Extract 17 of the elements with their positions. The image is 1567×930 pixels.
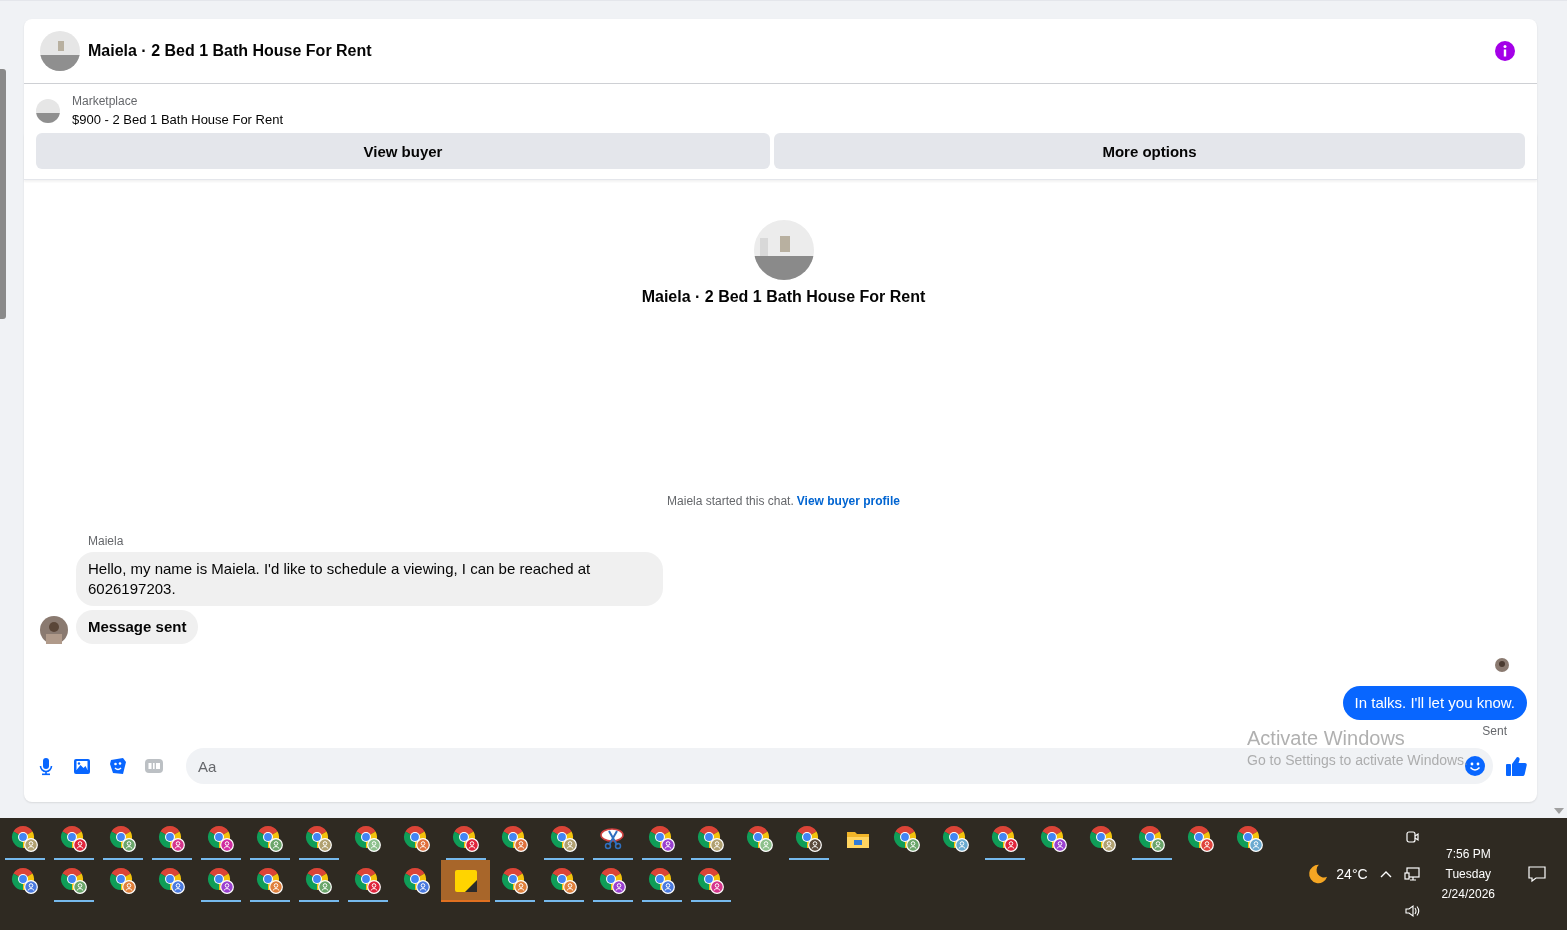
listing-title: Maiela · 2 Bed 1 Bath House For Rent (641, 288, 926, 306)
temperature[interactable]: 24°C (1336, 866, 1368, 882)
action-button[interactable]: More options (774, 133, 1525, 169)
clock[interactable]: 7:56 PM Tuesday 2/24/2026 (1431, 847, 1505, 901)
action-button[interactable]: View buyer (36, 133, 770, 169)
activation-notice-title: Activate Windows (1247, 727, 1406, 750)
message-status: Sent (1482, 724, 1507, 738)
message-bubble: In talks. I'll let you know. (1342, 686, 1527, 720)
sender-name: Maiela (88, 534, 124, 548)
listing-source: Marketplace (72, 94, 139, 108)
buyer-profile-link[interactable]: View buyer profile (796, 494, 900, 508)
chat-start-note: Maiela started this chat. (667, 494, 794, 508)
message-bubble: Hello, my name is Maiela. I'd like to schedule a viewing, I can be reached at 6026197203. (76, 552, 663, 606)
conversation-title: Maiela · 2 Bed 1 Bath House For Rent (88, 42, 373, 60)
message-bubble: Message sent (76, 610, 199, 644)
activation-notice-text: Go to Settings to activate Windows. (1247, 752, 1468, 768)
listing-summary: $900 - 2 Bed 1 Bath House For Rent (72, 112, 283, 127)
